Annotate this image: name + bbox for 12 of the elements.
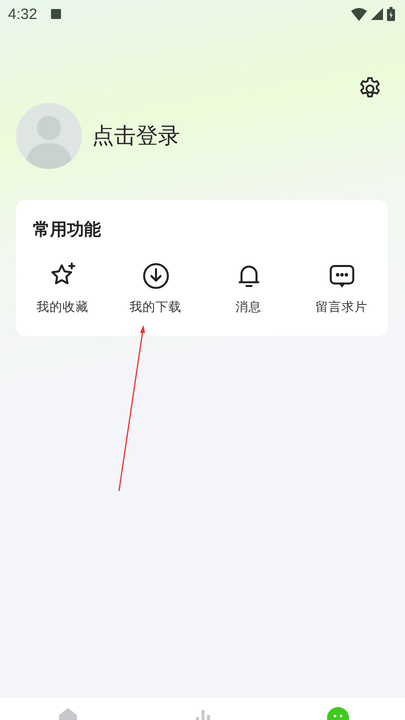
notification-icon (51, 9, 62, 19)
function-button[interactable]: 消息 (202, 261, 295, 316)
status-time: 4:32 (8, 6, 38, 22)
download-icon (140, 261, 170, 291)
login-link[interactable]: 点击登录 (92, 121, 180, 151)
function-button[interactable]: 我的下载 (109, 261, 202, 316)
battery-icon (387, 7, 395, 21)
section-title: 常用功能 (32, 219, 101, 241)
wifi-icon (351, 8, 367, 20)
function-button[interactable]: 留言求片 (295, 261, 388, 316)
function-button[interactable]: 我的收藏 (16, 261, 109, 316)
signal-icon (371, 8, 383, 20)
